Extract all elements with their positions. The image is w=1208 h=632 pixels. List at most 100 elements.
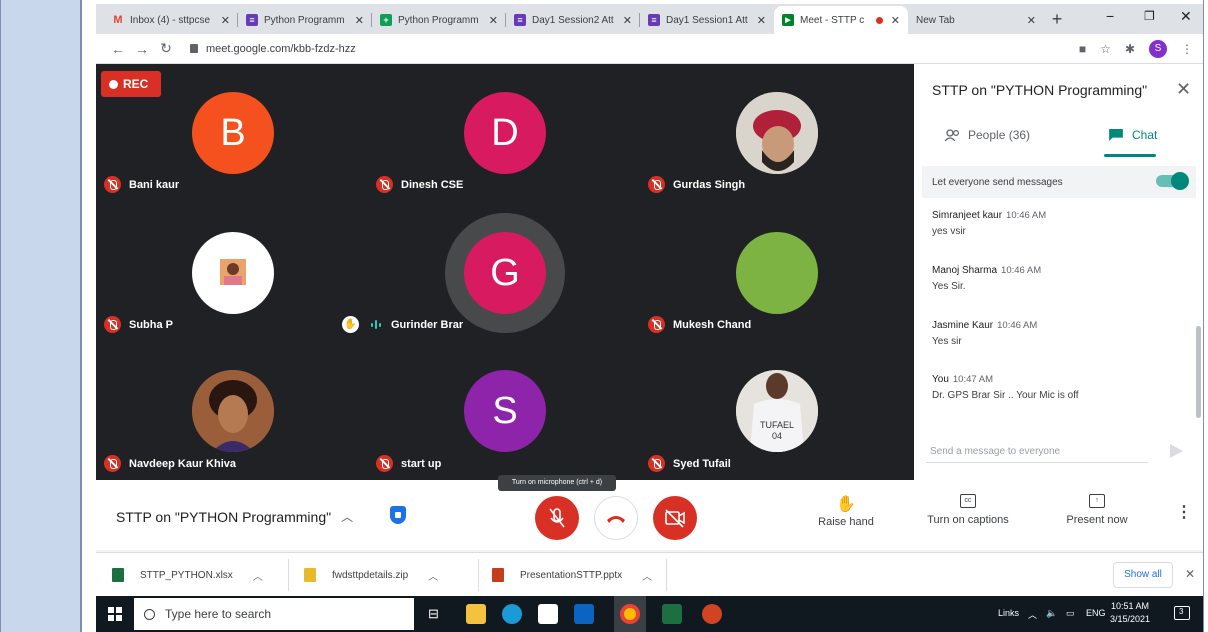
tab-new[interactable]: New Tab ✕: [908, 6, 1044, 34]
let-everyone-toggle[interactable]: [1156, 172, 1189, 190]
bookmark-star-icon[interactable]: ☆: [1100, 42, 1111, 56]
close-icon[interactable]: ✕: [891, 14, 900, 27]
back-icon[interactable]: ←: [106, 41, 130, 57]
search-placeholder: Type here to search: [165, 607, 272, 621]
new-tab-button[interactable]: +: [1044, 6, 1070, 34]
document-right-margin: [1203, 0, 1208, 632]
close-icon[interactable]: ✕: [221, 14, 230, 27]
close-icon[interactable]: ✕: [757, 14, 766, 27]
task-view-icon[interactable]: ⊟: [428, 606, 439, 622]
tab-chat[interactable]: Chat: [1108, 128, 1157, 142]
mic-tooltip: Turn on microphone (ctrl + d): [498, 475, 616, 491]
close-icon[interactable]: ✕: [1185, 567, 1195, 581]
chevron-up-icon[interactable]: ︿: [642, 568, 652, 583]
close-icon[interactable]: ✕: [1176, 79, 1191, 100]
participant-label: Bani kaur: [104, 176, 179, 193]
volume-muted-icon[interactable]: 🔈: [1046, 608, 1057, 619]
people-icon: [944, 129, 960, 141]
tab-people[interactable]: People (36): [944, 128, 1030, 142]
url-field[interactable]: meet.google.com/kbb-fzdz-hzz: [190, 43, 356, 55]
download-item[interactable]: STTP_PYTHON.xlsx ︿: [112, 553, 263, 597]
downloads-bar: STTP_PYTHON.xlsx ︿ fwdsttpdetails.zip ︿ …: [96, 552, 1203, 596]
microphone-button[interactable]: [535, 496, 579, 540]
host-controls-shield-icon[interactable]: [390, 506, 406, 524]
powerpoint-icon[interactable]: [702, 604, 722, 624]
chevron-up-icon[interactable]: ︿: [428, 568, 438, 583]
raise-hand-button[interactable]: ✋ Raise hand: [814, 494, 878, 528]
mic-off-icon: [104, 316, 121, 333]
chrome-icon[interactable]: [620, 604, 640, 624]
participant-label: start up: [376, 455, 441, 472]
mic-off-icon: [648, 316, 665, 333]
tab-label: Python Programm: [398, 14, 479, 26]
tab-day1-session1[interactable]: ≡ Day1 Session1 Att ✕: [640, 6, 774, 34]
meet-icon: ▶: [782, 14, 794, 26]
meeting-details-button[interactable]: STTP on "PYTHON Programming" ︿: [116, 508, 353, 525]
participant-avatar-plain: [736, 232, 818, 314]
camera-icon[interactable]: ■: [1079, 42, 1086, 56]
more-options-icon[interactable]: ⋮: [1176, 502, 1192, 522]
close-icon[interactable]: ✕: [1027, 14, 1036, 27]
restore-icon[interactable]: ❐: [1144, 9, 1155, 23]
download-item[interactable]: fwdsttpdetails.zip ︿: [304, 553, 438, 597]
taskbar-search-input[interactable]: Type here to search: [134, 598, 414, 630]
menu-kebab-icon[interactable]: ⋮: [1181, 42, 1193, 56]
participant-photo: [192, 232, 274, 314]
divider: [288, 559, 289, 591]
captions-button[interactable]: cc Turn on captions: [922, 494, 1014, 526]
chat-scrollbar[interactable]: [1196, 326, 1201, 418]
participant-name: Subha P: [129, 318, 174, 331]
present-button[interactable]: ↑ Present now: [1060, 494, 1134, 526]
tab-chat-label: Chat: [1132, 128, 1158, 142]
minimize-icon[interactable]: −: [1106, 8, 1114, 24]
chat-panel: STTP on "PYTHON Programming" ✕ People (3…: [914, 64, 1203, 480]
close-icon[interactable]: ✕: [623, 14, 632, 27]
profile-avatar[interactable]: S: [1149, 40, 1167, 58]
store-icon[interactable]: [538, 604, 558, 624]
close-icon[interactable]: ✕: [489, 14, 498, 27]
message-time: 10:46 AM: [1006, 210, 1047, 221]
tray-links[interactable]: Links: [998, 608, 1019, 618]
network-icon[interactable]: ▭: [1066, 608, 1075, 619]
participant-photo: [736, 92, 818, 174]
message-sender: Simranjeet kaur: [932, 210, 1003, 221]
tab-meet[interactable]: ▶ Meet - STTP c ✕: [774, 6, 908, 34]
leave-call-button[interactable]: [594, 496, 638, 540]
meet-video-grid: REC B Bani kaur D Dinesh CSE Gurdas Sing…: [96, 64, 914, 480]
system-clock[interactable]: 10:51 AM 3/15/2021: [1110, 600, 1150, 626]
participant-name: start up: [401, 457, 442, 470]
download-filename: fwdsttpdetails.zip: [332, 569, 409, 581]
forward-icon[interactable]: →: [130, 41, 154, 57]
hang-up-icon: [607, 516, 625, 523]
camera-button[interactable]: [653, 496, 697, 540]
window-close-icon[interactable]: ✕: [1180, 8, 1192, 25]
extensions-icon[interactable]: ✱: [1125, 42, 1135, 56]
reload-icon[interactable]: ↻: [154, 40, 178, 57]
show-all-button[interactable]: Show all: [1113, 562, 1173, 588]
message-time: 10:47 AM: [952, 374, 994, 385]
windows-start-icon[interactable]: [108, 607, 122, 621]
tab-label: Python Programm: [264, 14, 345, 26]
mail-icon[interactable]: [574, 604, 594, 624]
participant-photo: TUFAEL 04: [736, 370, 818, 452]
tab-python-sheet[interactable]: + Python Programm ✕: [372, 6, 506, 34]
language-indicator[interactable]: ENG: [1086, 608, 1106, 618]
participant-label: ✋ Gurinder Brar: [342, 316, 463, 333]
edge-icon[interactable]: [502, 604, 522, 624]
excel-icon[interactable]: [662, 604, 682, 624]
tab-gmail[interactable]: M Inbox (4) - sttpcse ✕: [104, 6, 238, 34]
chevron-up-icon[interactable]: ︿: [253, 568, 263, 583]
download-item[interactable]: PresentationSTTP.pptx ︿: [492, 553, 652, 597]
tray-chevron-icon[interactable]: ︿: [1028, 608, 1037, 621]
close-icon[interactable]: ✕: [355, 14, 364, 27]
rec-label: REC: [123, 77, 149, 91]
message-input[interactable]: Send a message to everyone: [930, 446, 1150, 457]
file-explorer-icon[interactable]: [466, 604, 486, 624]
tab-python-form[interactable]: ≡ Python Programm ✕: [238, 6, 372, 34]
search-icon: [144, 608, 155, 620]
send-icon[interactable]: [1170, 444, 1183, 458]
tab-day1-session2[interactable]: ≡ Day1 Session2 Att ✕: [506, 6, 640, 34]
notification-icon[interactable]: 3: [1174, 606, 1190, 620]
message-time: 10:46 AM: [1001, 265, 1042, 276]
forms-icon: ≡: [246, 14, 258, 26]
